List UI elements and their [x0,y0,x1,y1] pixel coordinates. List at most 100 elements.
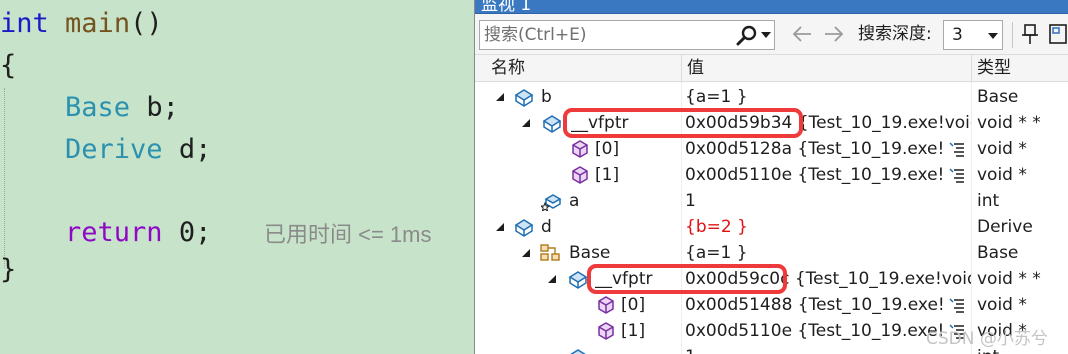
object-icon [514,89,534,107]
column-name[interactable]: 名称 [491,56,525,80]
parens: () [130,8,163,39]
row-value[interactable]: 1 [685,188,971,214]
row-value[interactable]: 0x00d5110e {Test_10_19.exe!Ba... [685,162,945,188]
row-type: void * * [977,113,1041,133]
cell-divider [971,188,972,214]
cell-divider [971,136,972,162]
code-line-4[interactable]: Derive d; [0,130,211,170]
row-name: d [541,217,552,237]
watch-row-d[interactable]: d {b=2 } Derive [475,214,1068,240]
collapse-triangle-icon[interactable] [521,248,531,258]
return-value: 0; [162,217,212,248]
object-icon [542,115,562,133]
visualizer-icon[interactable] [949,167,965,183]
open-brace: { [0,50,17,81]
visualizer-icon[interactable] [949,141,965,157]
watch-row-b[interactable]: b {a=1 } Base [475,84,1068,110]
object-icon [514,219,534,237]
search-depth-value: 3 [952,25,963,45]
row-value[interactable]: 0x00d5110e {Test_10_19.exe!Ba... [685,318,945,344]
watch-title-bar[interactable]: 监视 1 [475,0,1068,15]
cell-divider [681,344,682,354]
collapse-triangle-icon[interactable] [495,92,505,102]
elapsed-time-hint: 已用时间 <= 1ms [264,222,432,247]
row-type: Base [977,87,1019,107]
object-icon [568,271,588,289]
watch-row-index-0[interactable]: [0] 0x00d5128a {Test_10_19.exe!Ba... voi… [475,136,1068,162]
column-header: 名称 值 类型 [475,54,1068,83]
code-line-7[interactable]: } [0,250,16,290]
row-name: Base [569,243,611,263]
watch-row-derived-index-0[interactable]: [0] 0x00d51488 {Test_10_19.exe!D... void… [475,292,1068,318]
row-type: Derive [977,217,1033,237]
search-box[interactable] [479,20,775,50]
type-derive: Derive [65,134,163,165]
search-input[interactable] [484,23,728,47]
code-line-3[interactable]: Base b; [0,88,179,128]
search-icon[interactable] [736,25,758,47]
row-value[interactable]: {a=1 } [685,240,971,266]
search-depth-select[interactable]: 3 [943,20,1003,50]
row-type: void * [977,165,1027,185]
cell-divider [681,188,682,214]
watch-window: 监视 1 搜索深度: 3 [474,0,1068,354]
pointer-element-icon [598,322,614,340]
search-depth-label: 搜索深度: [858,24,932,44]
row-value-changed[interactable]: {b=2 } [685,214,971,240]
row-name: [1] [595,165,620,185]
toolbar-divider [1012,22,1013,48]
code-editor[interactable]: int main() { Base b; Derive d; return 0;… [0,0,474,354]
chevron-down-icon[interactable] [988,32,998,40]
chevron-down-icon[interactable] [761,31,771,39]
collapse-triangle-icon[interactable] [495,222,505,232]
cell-divider [971,162,972,188]
visualizer-icon[interactable] [949,297,965,313]
cell-divider [681,292,682,318]
column-type[interactable]: 类型 [977,56,1011,80]
column-value[interactable]: 值 [687,56,704,80]
pointer-element-icon [572,166,588,184]
row-type: Base [977,243,1019,263]
pointer-element-icon [572,140,588,158]
base-class-icon [540,244,560,261]
row-name: b [541,87,552,107]
highlight-box-vfptr-derived [587,264,787,294]
row-name: [1] [621,321,646,341]
code-line-2[interactable]: { [0,46,16,86]
row-value[interactable]: {a=1 } [685,84,971,110]
close-brace: } [0,254,17,285]
forward-arrow-icon[interactable] [823,24,845,44]
row-type: void * [977,295,1027,315]
cell-divider [681,214,682,240]
collapse-triangle-icon[interactable] [521,118,531,128]
pin-icon[interactable] [1019,22,1041,46]
cell-divider [681,318,682,344]
cell-divider [971,214,972,240]
row-value[interactable]: 0x00d51488 {Test_10_19.exe!D... [685,292,945,318]
row-type: void * * [977,269,1041,289]
cell-divider [971,240,972,266]
code-line-6[interactable]: return 0; [0,213,211,253]
watch-row-a[interactable]: a 1 int [475,188,1068,214]
decl-d: d; [162,134,212,165]
type-base: Base [65,92,131,123]
column-divider[interactable] [681,55,682,83]
column-divider[interactable] [971,55,972,83]
code-line-1[interactable]: int main() [0,4,163,44]
cell-divider [971,266,972,292]
decl-b: b; [130,92,179,123]
row-value[interactable]: 0x00d5128a {Test_10_19.exe!Ba... [685,136,945,162]
collapse-triangle-icon[interactable] [547,274,557,284]
watch-row-index-1[interactable]: [1] 0x00d5110e {Test_10_19.exe!Ba... voi… [475,162,1068,188]
watermark: CSDN @小苏兮 [926,329,1048,349]
back-arrow-icon[interactable] [791,24,813,44]
cell-divider [681,136,682,162]
layout-icon[interactable] [1047,22,1068,46]
cell-divider [681,240,682,266]
cell-divider [971,110,972,136]
row-type: void * [977,139,1027,159]
cell-divider [971,84,972,110]
watch-row-base[interactable]: Base {a=1 } Base [475,240,1068,266]
row-name: a [569,191,580,211]
row-name: [0] [621,295,646,315]
